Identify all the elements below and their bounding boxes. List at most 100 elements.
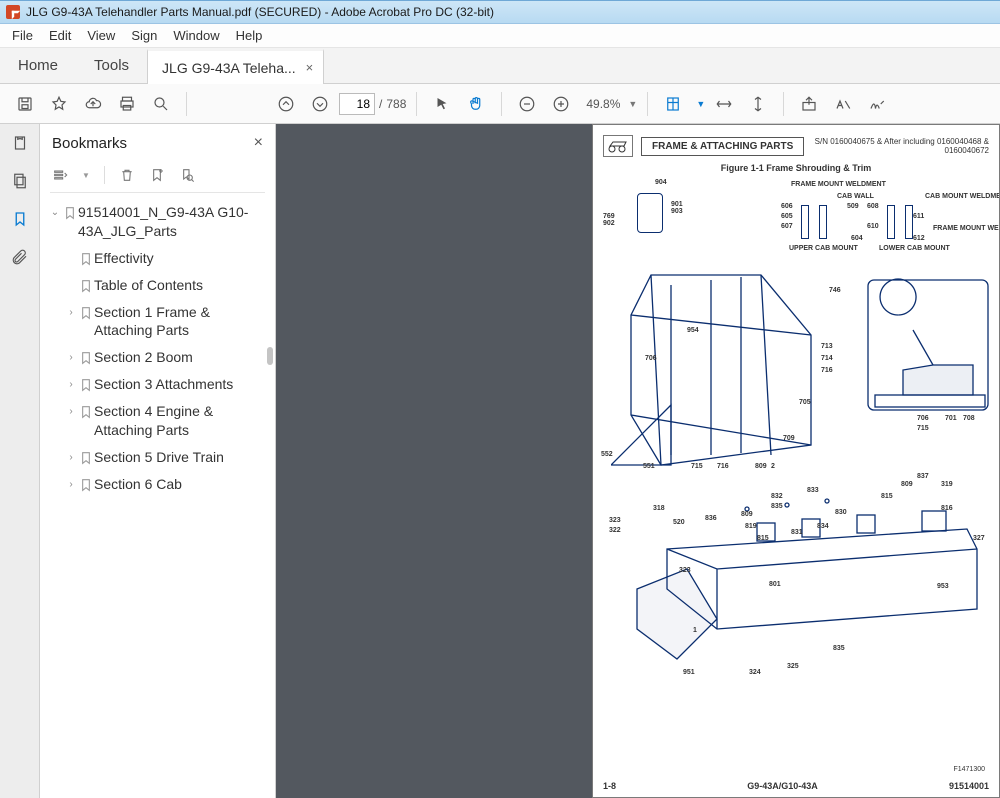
bookmark-label: Section 3 Attachments xyxy=(94,375,267,394)
chevron-right-icon[interactable]: › xyxy=(64,306,78,320)
new-bookmark-icon[interactable] xyxy=(149,167,165,183)
sign-icon[interactable] xyxy=(862,89,892,119)
menu-help[interactable]: Help xyxy=(228,28,271,43)
diagram-label: FRAME MOUNT WELDMENT xyxy=(933,225,1000,232)
page-footer-left: 1-8 xyxy=(603,781,616,791)
pages-icon[interactable] xyxy=(11,172,29,190)
bookmark-item[interactable]: › Section 2 Boom xyxy=(62,344,269,371)
hand-icon[interactable] xyxy=(461,89,491,119)
window-title: JLG G9-43A Telehandler Parts Manual.pdf … xyxy=(26,5,494,19)
bookmark-item[interactable]: Effectivity xyxy=(62,245,269,272)
chevron-right-icon[interactable]: › xyxy=(64,451,78,465)
bookmarks-title: Bookmarks xyxy=(52,135,127,152)
zoom-level[interactable]: 49.8% xyxy=(586,97,620,111)
page-display-dropdown-icon[interactable]: ▼ xyxy=(696,99,705,109)
print-icon[interactable] xyxy=(112,89,142,119)
serial-number-note: S/N 0160040675 & After including 0160040… xyxy=(815,137,989,155)
page-gutter xyxy=(276,124,592,798)
drawing-number: F1471300 xyxy=(953,766,985,773)
menu-edit[interactable]: Edit xyxy=(41,28,79,43)
main-area: Bookmarks × ▼ ⌄ xyxy=(0,124,1000,798)
document-viewport[interactable]: FRAME & ATTACHING PARTS S/N 0160040675 &… xyxy=(276,124,1000,798)
bookmark-item[interactable]: › Section 3 Attachments xyxy=(62,371,269,398)
highlight-icon[interactable] xyxy=(828,89,858,119)
bookmark-item[interactable]: › Section 5 Drive Train xyxy=(62,444,269,471)
app-icon xyxy=(6,5,20,19)
cloud-upload-icon[interactable] xyxy=(78,89,108,119)
menu-window[interactable]: Window xyxy=(165,28,227,43)
star-icon[interactable] xyxy=(44,89,74,119)
bookmark-label: Section 6 Cab xyxy=(94,475,267,494)
toolbar-separator xyxy=(647,92,648,116)
bookmark-item[interactable]: › Section 4 Engine & Attaching Parts xyxy=(62,398,269,444)
scrollbar-thumb[interactable] xyxy=(267,347,273,365)
bookmark-item[interactable]: ›Section 1 Frame & Attaching Parts xyxy=(62,299,269,345)
titlebar: JLG G9-43A Telehandler Parts Manual.pdf … xyxy=(0,0,1000,24)
tab-document[interactable]: JLG G9-43A Teleha... × xyxy=(147,49,324,84)
bookmark-icon xyxy=(78,477,94,493)
menu-view[interactable]: View xyxy=(79,28,123,43)
zoom-out-icon[interactable] xyxy=(512,89,542,119)
attachments-icon[interactable] xyxy=(11,248,29,266)
bookmark-label: Section 5 Drive Train xyxy=(94,448,267,467)
menu-file[interactable]: File xyxy=(4,28,41,43)
fit-page-icon[interactable] xyxy=(743,89,773,119)
section-title: FRAME & ATTACHING PARTS xyxy=(641,137,804,156)
toolbar-separator xyxy=(501,92,502,116)
page-up-icon[interactable] xyxy=(271,89,301,119)
find-bookmark-icon[interactable] xyxy=(179,167,195,183)
bookmark-label: Effectivity xyxy=(94,249,267,268)
bookmark-label: Section 4 Engine & Attaching Parts xyxy=(94,402,267,440)
fit-width-icon[interactable] xyxy=(709,89,739,119)
toolbar: / 788 49.8% ▼ ▼ xyxy=(0,84,1000,124)
page-display-icon[interactable] xyxy=(658,89,688,119)
tabbar: Home Tools JLG G9-43A Teleha... × xyxy=(0,48,1000,84)
bookmarks-rail-icon[interactable] xyxy=(11,210,29,228)
bookmark-icon xyxy=(78,278,94,294)
bookmark-label: Table of Contents xyxy=(94,276,267,295)
chevron-down-icon[interactable]: ⌄ xyxy=(48,206,62,220)
close-panel-icon[interactable]: × xyxy=(254,134,263,152)
diagram-label: CAB WALL xyxy=(837,193,874,200)
chevron-right-icon[interactable]: › xyxy=(64,405,78,419)
page-footer-center: G9-43A/G10-43A xyxy=(747,781,818,791)
section-icon xyxy=(603,135,633,157)
diagram-label: UPPER CAB MOUNT xyxy=(789,245,858,252)
bookmark-icon xyxy=(78,305,94,321)
bookmark-item[interactable]: Table of Contents xyxy=(62,272,269,299)
bookmark-item[interactable]: › Section 6 Cab xyxy=(62,471,269,498)
bookmark-tree: ⌄ 91514001_N_G9-43A G10-43A_JLG_Parts Ef… xyxy=(40,197,275,508)
bookmark-root[interactable]: ⌄ 91514001_N_G9-43A G10-43A_JLG_Parts xyxy=(46,199,269,245)
zoom-dropdown-icon[interactable]: ▼ xyxy=(628,99,637,109)
selection-arrow-icon[interactable] xyxy=(427,89,457,119)
bookmark-label: Section 2 Boom xyxy=(94,348,267,367)
share-icon[interactable] xyxy=(794,89,824,119)
thumbnails-icon[interactable] xyxy=(11,134,29,152)
bookmark-icon xyxy=(78,404,94,420)
tab-tools[interactable]: Tools xyxy=(76,48,147,83)
bookmark-options-icon[interactable] xyxy=(52,167,68,183)
bookmark-icon xyxy=(78,350,94,366)
figure-title: Figure 1-1 Frame Shrouding & Trim xyxy=(593,163,999,173)
page-sep: / xyxy=(379,97,382,111)
tab-home[interactable]: Home xyxy=(0,48,76,83)
diagram-label: LOWER CAB MOUNT xyxy=(879,245,950,252)
page-footer-right: 91514001 xyxy=(949,781,989,791)
page-indicator: / 788 xyxy=(339,93,406,115)
page-current-input[interactable] xyxy=(339,93,375,115)
bookmark-label: 91514001_N_G9-43A G10-43A_JLG_Parts xyxy=(78,203,267,241)
chevron-right-icon[interactable]: › xyxy=(64,378,78,392)
chevron-right-icon[interactable]: › xyxy=(64,478,78,492)
menubar: File Edit View Sign Window Help xyxy=(0,24,1000,48)
close-tab-icon[interactable]: × xyxy=(306,60,314,75)
find-icon[interactable] xyxy=(146,89,176,119)
delete-bookmark-icon[interactable] xyxy=(119,167,135,183)
page-total: 788 xyxy=(386,97,406,111)
parts-diagram: FRAME MOUNT WELDMENT CAB WALL CAB MOUNT … xyxy=(601,179,991,709)
zoom-in-icon[interactable] xyxy=(546,89,576,119)
save-icon[interactable] xyxy=(10,89,40,119)
bookmarks-panel: Bookmarks × ▼ ⌄ xyxy=(40,124,276,798)
page-down-icon[interactable] xyxy=(305,89,335,119)
chevron-right-icon[interactable]: › xyxy=(64,351,78,365)
menu-sign[interactable]: Sign xyxy=(123,28,165,43)
